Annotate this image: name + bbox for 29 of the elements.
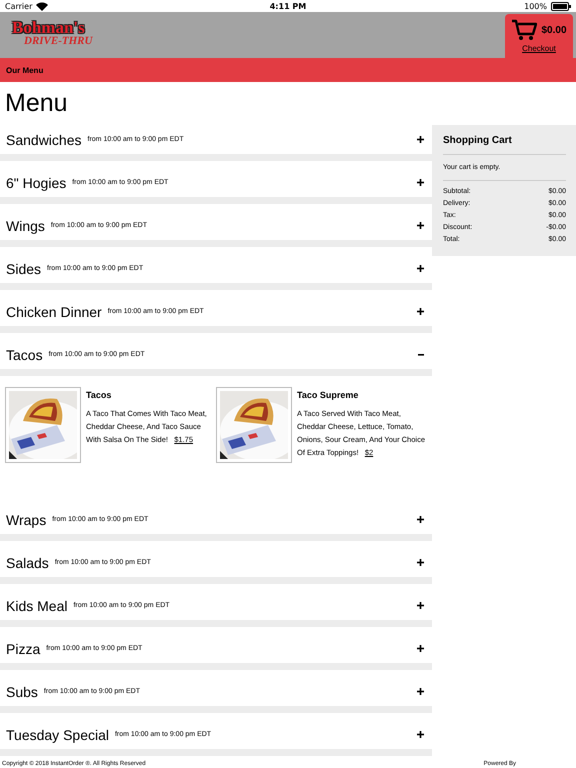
logo-subtitle: DRIVE-THRU: [23, 36, 92, 47]
item-name[interactable]: Tacos: [86, 389, 214, 402]
cart-title: Shopping Cart: [443, 135, 566, 155]
cart-icon[interactable]: [511, 19, 538, 41]
plus-icon[interactable]: [417, 222, 424, 229]
item-photo-frame[interactable]: [5, 387, 81, 463]
plus-icon[interactable]: [417, 265, 424, 272]
wifi-icon: [36, 2, 48, 10]
battery-icon: [550, 2, 571, 10]
status-time: 4:11 PM: [270, 2, 306, 10]
plus-icon[interactable]: [417, 179, 424, 186]
plus-icon[interactable]: [417, 731, 424, 738]
plus-icon[interactable]: [417, 136, 424, 143]
item-name[interactable]: Taco Supreme: [297, 389, 425, 402]
logo-title: Bohman's: [12, 19, 85, 36]
nav-link[interactable]: Our Menu: [6, 66, 44, 74]
plus-icon[interactable]: [417, 645, 424, 652]
checkout-link[interactable]: Checkout: [522, 44, 556, 53]
cart-total: $0.00: [541, 24, 567, 36]
plus-icon[interactable]: [417, 308, 424, 315]
battery-label: 100%: [524, 2, 547, 10]
plus-icon[interactable]: [417, 602, 424, 609]
plus-icon[interactable]: [417, 688, 424, 695]
page-title: Menu: [4, 88, 69, 119]
carrier-label: Carrier: [5, 2, 32, 10]
item-photo-frame[interactable]: [216, 387, 292, 463]
plus-icon[interactable]: [417, 516, 424, 523]
plus-icon[interactable]: [417, 559, 424, 566]
minus-icon[interactable]: [418, 354, 424, 356]
